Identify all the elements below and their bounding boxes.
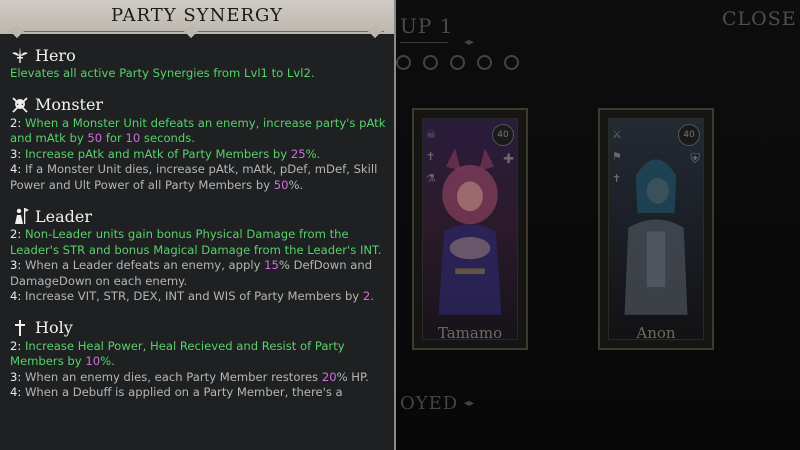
synergy-section-monster: Monster 2: When a Monster Unit defeats an… <box>10 94 388 194</box>
text-segment: %. <box>100 354 115 368</box>
text-segment: 2: <box>10 338 25 353</box>
text-segment: % HP. <box>336 369 369 384</box>
slot-dot[interactable] <box>477 55 492 70</box>
text-segment: 3: <box>10 369 25 384</box>
synergy-icons: ☠ ✝ ⚗ <box>426 128 436 185</box>
text-segment: Increase Heal Power, Heal Recieved and R… <box>10 338 345 369</box>
slot-dot[interactable] <box>450 55 465 70</box>
synergy-tier-line: 4: Increase VIT, STR, DEX, INT and WIS o… <box>10 289 388 305</box>
chevron-icon[interactable]: ◂▸ <box>464 398 474 409</box>
group-title-underline <box>400 42 448 43</box>
skull-crossbones-icon: ☠ <box>426 128 436 141</box>
flag-bearer-icon <box>10 206 30 226</box>
slot-dot[interactable] <box>396 55 411 70</box>
synergy-tier-line: 2: Non-Leader units gain bonus Physical … <box>10 227 388 258</box>
text-segment: 4: <box>10 385 25 399</box>
slot-dot[interactable] <box>423 55 438 70</box>
text-segment: When an enemy dies, each Party Member re… <box>24 369 322 384</box>
synergy-section-hero: Hero Elevates all active Party Synergies … <box>10 44 388 82</box>
skull-crossbones-icon <box>10 95 30 115</box>
text-segment: %. <box>305 146 321 161</box>
text-segment: 50 <box>87 131 103 145</box>
synergy-tier-line: 3: When a Leader defeats an enemy, apply… <box>10 258 388 289</box>
synergy-header: Monster <box>10 94 388 116</box>
team-slot-dots <box>396 55 519 70</box>
panel-title: PARTY SYNERGY <box>111 5 283 26</box>
flask-icon: ⚗ <box>426 172 436 185</box>
text-segment: 4: <box>10 289 25 303</box>
synergy-header: Hero <box>10 44 388 66</box>
level-badge: 40 <box>678 124 700 146</box>
synergy-header: Leader <box>10 205 388 227</box>
text-segment: 2: <box>10 227 25 241</box>
close-button[interactable]: CLOSE <box>722 8 797 30</box>
text-segment: When a Leader defeats an enemy, apply <box>24 258 265 272</box>
text-segment: When a Monster Unit defeats an enemy, in… <box>10 115 386 146</box>
winged-sword-icon <box>10 45 30 65</box>
synergy-name: Hero <box>35 45 76 65</box>
text-segment: %. <box>288 177 304 192</box>
party-synergy-panel[interactable]: PARTY SYNERGY Hero Elevates all active Pa… <box>0 0 396 450</box>
text-segment: 3: <box>10 258 25 272</box>
synergy-tier-line: 4: If a Monster Unit dies, increase pAtk… <box>10 162 388 193</box>
text-segment: 10 <box>85 354 101 368</box>
synergy-tier-line: 4: When a Debuff is applied on a Party M… <box>10 385 388 401</box>
synergy-tier-line: Elevates all active Party Synergies from… <box>10 66 388 82</box>
text-segment: Non-Leader units gain bonus Physical Dam… <box>10 227 382 257</box>
flag-bearer-icon: ⚑ <box>612 150 622 163</box>
plus-cross-icon: ✚ <box>503 152 514 167</box>
text-segment: 15 <box>264 258 279 272</box>
unit-card-tamamo[interactable]: ☠ ✝ ⚗ 40 ✚ Tamamo <box>412 108 528 350</box>
synergy-section-leader: Leader 2: Non-Leader units gain bonus Phy… <box>10 205 388 305</box>
slot-dot[interactable] <box>504 55 519 70</box>
unit-name: Anon <box>636 324 676 342</box>
text-segment: If a Monster Unit dies, increase pAtk, m… <box>10 162 378 192</box>
synergy-name: Holy <box>35 318 73 337</box>
synergy-header: Holy <box>10 317 388 339</box>
synergy-section-holy: Holy 2: Increase Heal Power, Heal Recieve… <box>10 317 388 401</box>
text-segment: When a Debuff is applied on a Party Memb… <box>24 385 343 399</box>
group-title: UP 1 <box>400 14 454 38</box>
synergy-list[interactable]: Hero Elevates all active Party Synergies … <box>10 44 388 413</box>
shield-icon: ⛨ <box>690 152 700 167</box>
text-segment: 4: <box>10 162 25 176</box>
header-notch <box>367 23 383 39</box>
synergy-tier-line: 2: Increase Heal Power, Heal Recieved an… <box>10 339 388 370</box>
text-segment: Elevates all active Party Synergies from… <box>10 66 315 80</box>
chevron-icon[interactable]: ◂▸ <box>464 37 474 48</box>
text-segment: . <box>370 289 374 303</box>
holy-cross-icon: ✝ <box>426 150 436 163</box>
synergy-tier-line: 3: Increase pAtk and mAtk of Party Membe… <box>10 147 388 163</box>
text-segment: for <box>102 131 126 145</box>
anon-portrait <box>624 159 688 315</box>
text-segment: 25 <box>290 146 306 161</box>
text-segment: 50 <box>273 177 289 192</box>
unit-card-anon[interactable]: ⚔ ⚑ ✝ 40 ⛨ Anon <box>598 108 714 350</box>
panel-header: PARTY SYNERGY <box>0 0 394 39</box>
text-segment: Increase VIT, STR, DEX, INT and WIS of P… <box>24 289 363 303</box>
text-segment: 20 <box>321 369 337 384</box>
synergy-icons: ⚔ ⚑ ✝ <box>612 128 622 185</box>
level-badge: 40 <box>492 124 514 146</box>
synergy-name: Monster <box>35 95 104 114</box>
synergy-name: Leader <box>35 206 92 226</box>
header-notch <box>183 23 199 39</box>
holy-cross-icon <box>10 318 30 338</box>
winged-sword-icon: ⚔ <box>612 128 622 141</box>
holy-cross-icon: ✝ <box>612 172 622 185</box>
text-segment: 10 <box>125 131 141 145</box>
unit-name: Tamamo <box>437 324 503 342</box>
text-segment: seconds. <box>140 131 195 145</box>
synergy-tier-line: 3: When an enemy dies, each Party Member… <box>10 370 388 386</box>
deployed-label: OYED <box>400 393 459 414</box>
tamamo-portrait <box>438 148 502 315</box>
text-segment: 2: <box>10 115 25 130</box>
synergy-tier-line: 2: When a Monster Unit defeats an enemy,… <box>10 116 388 147</box>
text-segment: Increase pAtk and mAtk of Party Members … <box>24 146 291 161</box>
header-notch <box>9 23 25 39</box>
text-segment: 3: <box>10 146 25 161</box>
